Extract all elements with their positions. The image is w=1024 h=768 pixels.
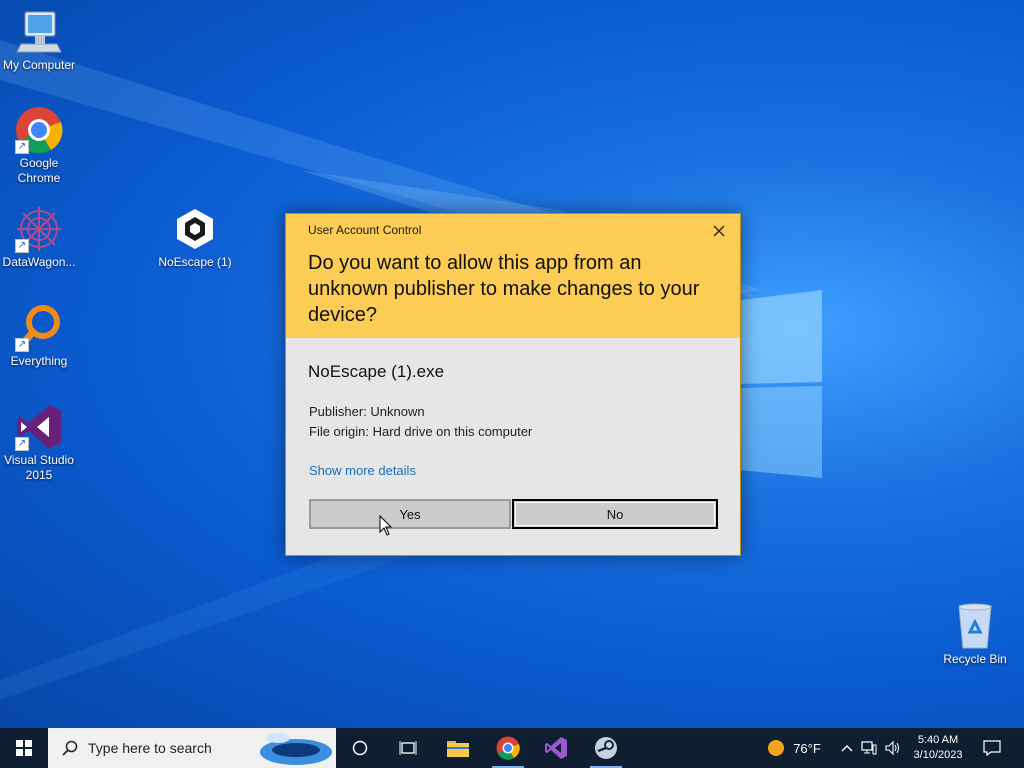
- task-view-icon: [399, 741, 417, 755]
- unity-icon: [171, 205, 219, 253]
- cortana-icon: [352, 740, 368, 756]
- desktop-icon-label: NoEscape (1): [158, 255, 232, 269]
- visual-studio-icon: [545, 737, 567, 759]
- taskbar-search-box[interactable]: Type here to search: [48, 728, 336, 768]
- taskbar-clock[interactable]: 5:40 AM 3/10/2023: [906, 728, 970, 768]
- everything-search-icon: ↗: [15, 304, 63, 352]
- desktop-icon-label: Visual Studio 2015: [4, 453, 74, 482]
- uac-dialog: User Account Control Do you want to allo…: [285, 213, 741, 556]
- chrome-icon: [496, 736, 520, 760]
- desktop-icon-everything[interactable]: ↗ Everything: [0, 304, 78, 369]
- shortcut-arrow-icon: ↗: [15, 338, 29, 352]
- mouse-cursor-icon: [379, 515, 393, 536]
- shortcut-arrow-icon: ↗: [15, 239, 29, 253]
- search-highlight-image: [260, 733, 332, 765]
- clock-date: 3/10/2023: [913, 749, 963, 761]
- close-icon: [713, 225, 725, 237]
- desktop-icon-label: My Computer: [2, 58, 76, 72]
- task-view-button[interactable]: [384, 728, 432, 768]
- visual-studio-icon: ↗: [15, 403, 63, 451]
- desktop: My Computer ↗ Google Chrome ↗ DataWagon.…: [0, 0, 1024, 728]
- weather-temperature: 76°F: [793, 740, 821, 756]
- desktop-icon-visual-studio[interactable]: ↗ Visual Studio 2015: [0, 403, 78, 483]
- dialog-title: User Account Control: [308, 223, 422, 237]
- system-tray: [836, 728, 906, 768]
- desktop-icon-label: DataWagon...: [2, 255, 76, 269]
- file-explorer-icon: [447, 741, 469, 757]
- uac-question: Do you want to allow this app from an un…: [308, 252, 700, 326]
- file-explorer-button[interactable]: [434, 728, 482, 768]
- weather-widget[interactable]: 76°F: [756, 728, 832, 768]
- steam-taskbar-button[interactable]: [582, 728, 630, 768]
- volume-icon[interactable]: [885, 741, 901, 755]
- desktop-icon-datawagon[interactable]: ↗ DataWagon...: [0, 205, 78, 270]
- search-icon: [62, 740, 78, 756]
- recycle-bin-icon: [951, 602, 999, 650]
- windows-logo-icon: [16, 740, 32, 756]
- start-button[interactable]: [0, 728, 48, 768]
- chrome-taskbar-button[interactable]: [484, 728, 532, 768]
- desktop-icon-google-chrome[interactable]: ↗ Google Chrome: [0, 106, 78, 186]
- show-more-details-link[interactable]: Show more details: [309, 463, 416, 478]
- sun-icon: [768, 740, 785, 756]
- desktop-icon-my-computer[interactable]: My Computer: [0, 8, 78, 73]
- desktop-icon-recycle-bin[interactable]: Recycle Bin: [936, 602, 1014, 667]
- search-placeholder: Type here to search: [88, 740, 212, 756]
- action-center-button[interactable]: [970, 728, 1014, 768]
- desktop-icon-label: Google Chrome: [17, 156, 61, 185]
- steam-icon: [595, 737, 617, 759]
- shortcut-arrow-icon: ↗: [15, 437, 29, 451]
- clock-time: 5:40 AM: [917, 734, 959, 746]
- file-origin-text: File origin: Hard drive on this computer: [309, 424, 533, 439]
- publisher-text: Publisher: Unknown: [309, 404, 425, 419]
- uac-header: User Account Control Do you want to allo…: [286, 214, 740, 338]
- no-button[interactable]: No: [512, 499, 718, 529]
- shortcut-arrow-icon: ↗: [15, 140, 29, 154]
- network-icon[interactable]: [861, 741, 877, 755]
- desktop-icon-label: Recycle Bin: [943, 652, 1007, 666]
- datawagon-icon: ↗: [15, 205, 63, 253]
- desktop-icon-noescape[interactable]: NoEscape (1): [155, 205, 235, 270]
- yes-button[interactable]: Yes: [309, 499, 511, 529]
- cortana-button[interactable]: [336, 728, 384, 768]
- visual-studio-taskbar-button[interactable]: [532, 728, 580, 768]
- close-button[interactable]: [706, 218, 732, 244]
- chrome-icon: ↗: [15, 106, 63, 154]
- taskbar: Type here to search 76°F 5:40 AM 3/10/20…: [0, 728, 1024, 768]
- chevron-up-icon[interactable]: [841, 743, 853, 753]
- desktop-icon-label: Everything: [10, 354, 68, 368]
- computer-icon: [15, 8, 63, 56]
- notification-icon: [983, 740, 1001, 756]
- app-name: NoEscape (1).exe: [308, 362, 445, 381]
